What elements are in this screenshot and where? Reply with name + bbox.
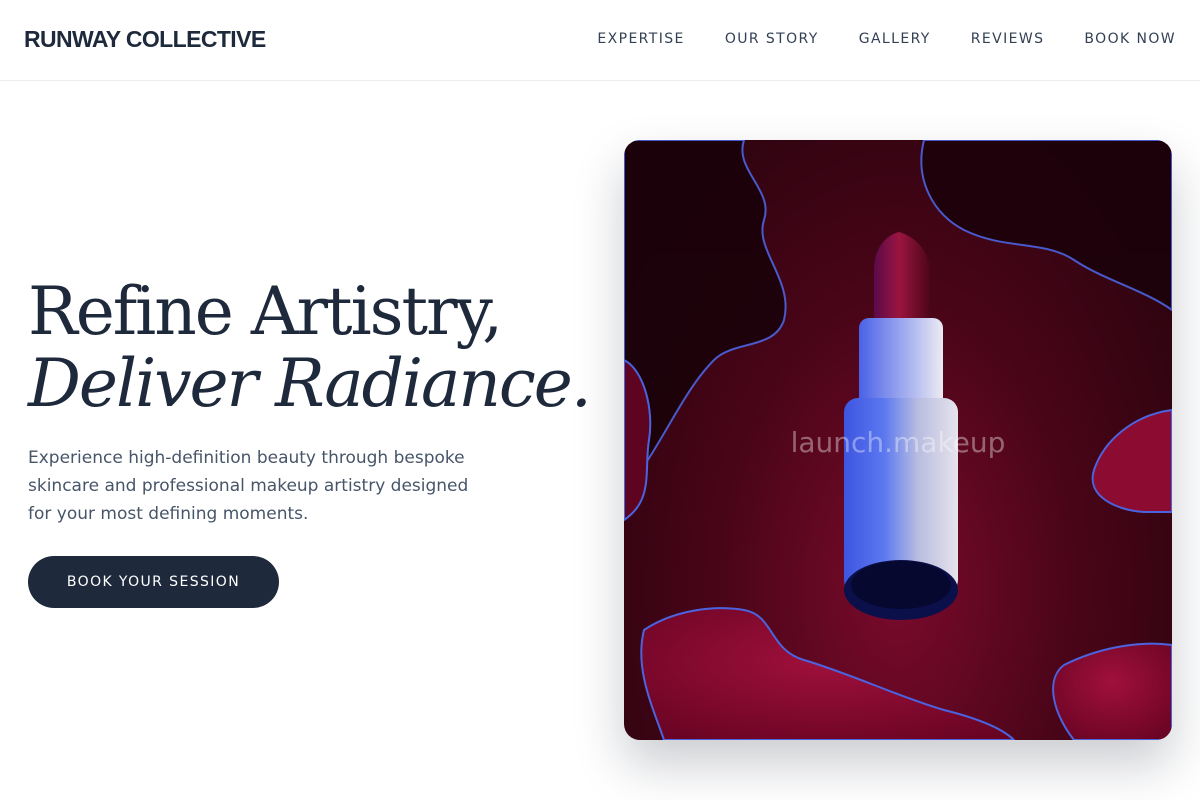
hero-subtext: Experience high-definition beauty throug… bbox=[28, 448, 469, 524]
hero-image-lipstick: launch.makeup bbox=[624, 140, 1172, 740]
book-session-button[interactable]: BOOK YOUR SESSION bbox=[28, 556, 279, 608]
site-header: RUNWAY COLLECTIVE EXPERTISE OUR STORY GA… bbox=[0, 0, 1200, 81]
nav-link-reviews[interactable]: REVIEWS bbox=[971, 31, 1045, 47]
nav-link-our-story[interactable]: OUR STORY bbox=[725, 31, 819, 47]
hero-content: Refine Artistry, Deliver Radiance. Exper… bbox=[28, 276, 608, 608]
nav-link-gallery[interactable]: GALLERY bbox=[859, 31, 931, 47]
lipstick-illustration bbox=[624, 140, 1172, 740]
nav-link-expertise[interactable]: EXPERTISE bbox=[597, 31, 684, 47]
brand-logo[interactable]: RUNWAY COLLECTIVE bbox=[24, 26, 266, 53]
headline-line-1: Refine Artistry, bbox=[28, 273, 503, 350]
main-nav: EXPERTISE OUR STORY GALLERY REVIEWS BOOK… bbox=[597, 31, 1176, 47]
headline-line-2: Deliver Radiance. bbox=[28, 345, 592, 422]
nav-link-book-now[interactable]: BOOK NOW bbox=[1084, 31, 1176, 47]
hero-headline: Refine Artistry, Deliver Radiance. bbox=[28, 276, 608, 420]
